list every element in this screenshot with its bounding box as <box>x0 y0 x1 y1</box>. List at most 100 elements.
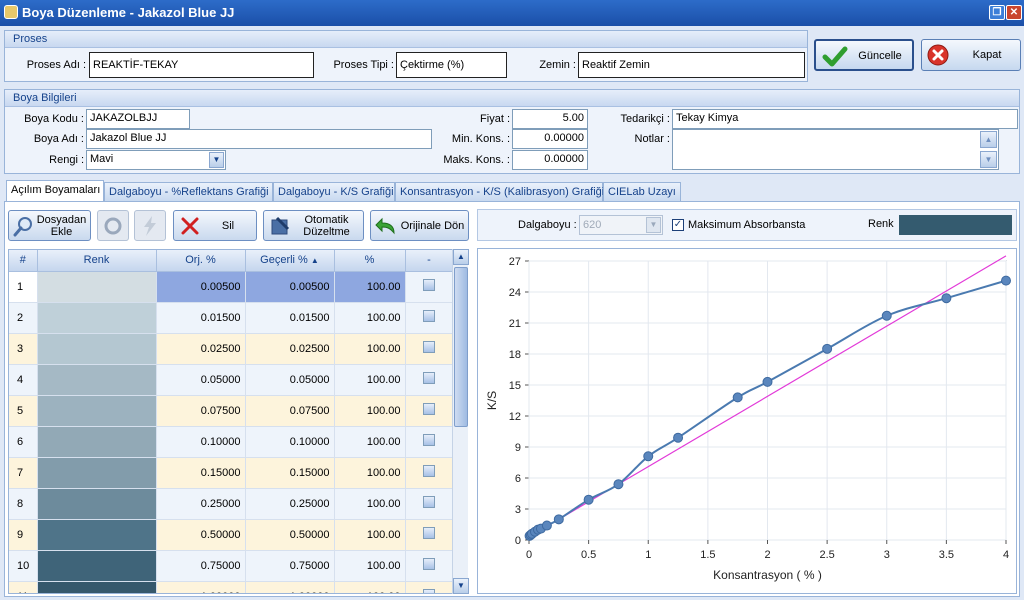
gecerli-value: 0.01500 <box>245 302 335 334</box>
col-header-renk[interactable]: Renk <box>37 250 157 272</box>
scroll-thumb[interactable] <box>454 267 468 427</box>
dalgaboyu-select[interactable]: 620 ▼ <box>579 215 663 235</box>
y-tick-label: 12 <box>509 411 521 423</box>
import-label-line1: Dosyadan <box>36 214 87 226</box>
table-row[interactable]: 2 0.01500 0.01500 100.00 <box>9 302 454 334</box>
row-index: 10 <box>9 550 38 582</box>
notlar-textarea[interactable]: ▲ ▼ <box>672 129 999 170</box>
row-index: 1 <box>9 271 38 303</box>
row-checkbox[interactable] <box>405 364 454 396</box>
rengi-select[interactable]: Mavi ▼ <box>86 150 226 170</box>
table-row[interactable]: 4 0.05000 0.05000 100.00 <box>9 364 454 396</box>
window-close-button[interactable]: ✕ <box>1006 5 1022 20</box>
delete-button[interactable]: Sil <box>173 210 257 241</box>
col-header-index[interactable]: # <box>9 250 38 272</box>
checkbox-icon[interactable] <box>423 341 435 353</box>
maks-kons-field[interactable]: 0.00000 <box>512 150 588 170</box>
search-icon <box>13 217 32 237</box>
orj-value: 0.01500 <box>156 302 246 334</box>
checkbox-icon[interactable] <box>423 465 435 477</box>
close-button[interactable]: Kapat <box>921 39 1021 71</box>
pct-value: 100.00 <box>334 364 406 396</box>
col-header-orj[interactable]: Orj. % <box>156 250 246 272</box>
scroll-down-icon[interactable]: ▼ <box>980 151 997 168</box>
table-row[interactable]: 3 0.02500 0.02500 100.00 <box>9 333 454 365</box>
import-button[interactable]: Dosyadan Ekle <box>8 210 91 241</box>
row-index: 8 <box>9 488 38 520</box>
row-checkbox[interactable] <box>405 488 454 520</box>
data-point <box>732 392 743 403</box>
y-tick-label: 18 <box>509 349 521 361</box>
refresh-button[interactable] <box>97 210 129 241</box>
chevron-down-icon[interactable]: ▼ <box>209 152 224 168</box>
restore-button[interactable]: ❐ <box>989 5 1005 20</box>
table-row[interactable]: 10 0.75000 0.75000 100.00 <box>9 550 454 582</box>
gecerli-value: 0.00500 <box>245 271 335 303</box>
checkbox-icon[interactable] <box>423 403 435 415</box>
col-header-pct[interactable]: % <box>334 250 406 272</box>
maksimum-checkbox[interactable]: ✓ <box>672 219 684 231</box>
row-checkbox[interactable] <box>405 426 454 458</box>
table-row[interactable]: 5 0.07500 0.07500 100.00 <box>9 395 454 427</box>
min-kons-field[interactable]: 0.00000 <box>512 129 588 149</box>
checkbox-icon[interactable] <box>423 558 435 570</box>
tab-strip: Açılım Boyamaları Dalgaboyu - %Reflektan… <box>4 180 1020 201</box>
table-row[interactable]: 9 0.50000 0.50000 100.00 <box>9 519 454 551</box>
table-row[interactable]: 1 0.00500 0.00500 100.00 <box>9 271 454 303</box>
col-header-gecerli[interactable]: Geçerli % ▲ <box>245 250 335 272</box>
table-row[interactable]: 8 0.25000 0.25000 100.00 <box>9 488 454 520</box>
chevron-down-icon[interactable]: ▼ <box>646 217 661 233</box>
boya-kodu-field[interactable]: JAKAZOLBJJ <box>86 109 190 129</box>
tab-kalibrasyon-grafigi[interactable]: Konsantrasyon - K/S (Kalibrasyon) Grafiğ… <box>395 182 604 201</box>
row-checkbox[interactable] <box>405 457 454 489</box>
color-swatch <box>37 519 157 551</box>
row-checkbox[interactable] <box>405 395 454 427</box>
boya-adi-field[interactable]: Jakazol Blue JJ <box>86 129 432 149</box>
row-checkbox[interactable] <box>405 581 454 593</box>
checkbox-icon[interactable] <box>423 527 435 539</box>
row-checkbox[interactable] <box>405 271 454 303</box>
table-row[interactable]: 6 0.10000 0.10000 100.00 <box>9 426 454 458</box>
import-label-line2: Ekle <box>50 226 73 238</box>
proses-adi-field[interactable]: REAKTİF-TEKAY <box>89 52 314 78</box>
checkbox-icon[interactable] <box>423 310 435 322</box>
app-icon <box>4 5 18 19</box>
row-checkbox[interactable] <box>405 302 454 334</box>
tab-acilim-boyamalari[interactable]: Açılım Boyamaları <box>6 180 104 201</box>
lightning-button[interactable] <box>134 210 166 241</box>
scroll-up-icon[interactable]: ▲ <box>980 131 997 148</box>
tab-reflektans-grafigi[interactable]: Dalgaboyu - %Reflektans Grafiği <box>104 182 273 201</box>
grid-scrollbar[interactable]: ▲ ▼ <box>452 249 469 594</box>
scroll-up-icon[interactable]: ▲ <box>453 249 469 265</box>
tab-ks-grafigi[interactable]: Dalgaboyu - K/S Grafiği <box>273 182 395 201</box>
pct-value: 100.00 <box>334 271 406 303</box>
col-header-dash[interactable]: - <box>405 250 454 272</box>
color-swatch <box>37 550 157 582</box>
checkbox-icon[interactable] <box>423 279 435 291</box>
row-index: 4 <box>9 364 38 396</box>
pct-value: 100.00 <box>334 302 406 334</box>
row-checkbox[interactable] <box>405 333 454 365</box>
x-tick-label: 1.5 <box>700 549 715 561</box>
data-point <box>673 432 684 443</box>
row-checkbox[interactable] <box>405 519 454 551</box>
table-row[interactable]: 111.000001.00000100.00 <box>9 581 454 593</box>
auto-correct-button[interactable]: Otomatik Düzeltme <box>263 210 364 241</box>
table-row[interactable]: 7 0.15000 0.15000 100.00 <box>9 457 454 489</box>
checkbox-icon[interactable] <box>423 372 435 384</box>
checkbox-icon[interactable] <box>423 434 435 446</box>
rengi-value: Mavi <box>90 153 114 165</box>
scroll-down-icon[interactable]: ▼ <box>453 578 469 594</box>
checkbox-icon[interactable] <box>423 496 435 508</box>
row-checkbox[interactable] <box>405 550 454 582</box>
update-button[interactable]: Güncelle <box>814 39 914 71</box>
zemin-field[interactable]: Reaktif Zemin <box>578 52 805 78</box>
fiyat-field[interactable]: 5.00 <box>512 109 588 129</box>
y-tick-label: 0 <box>515 535 521 547</box>
checkbox-icon[interactable] <box>423 589 435 593</box>
revert-button[interactable]: Orijinale Dön <box>370 210 469 241</box>
orj-value: 0.07500 <box>156 395 246 427</box>
proses-tipi-field[interactable]: Çektirme (%) <box>396 52 507 78</box>
tedarikci-field[interactable]: Tekay Kimya <box>672 109 1018 129</box>
tab-cielab-uzayi[interactable]: CIELab Uzayı <box>603 182 681 201</box>
